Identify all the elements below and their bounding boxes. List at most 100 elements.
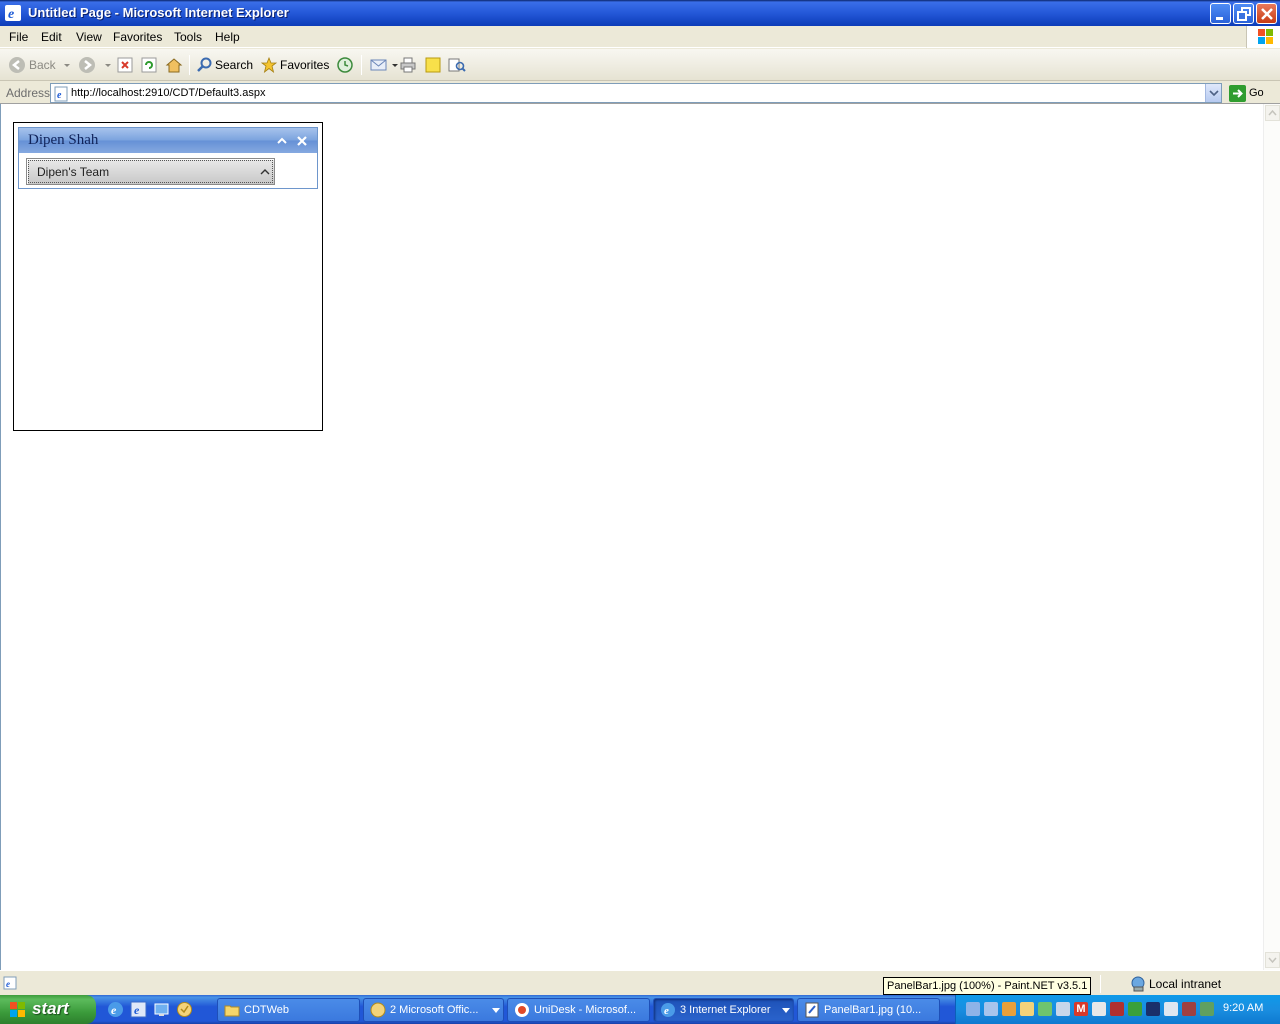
panelbar: Dipen Shah Dipen's Team [18, 127, 318, 189]
taskbar-item-internet-explorer[interactable]: e 3 Internet Explorer [653, 998, 794, 1022]
panelbar-container: Dipen Shah Dipen's Team [13, 122, 323, 431]
svg-text:e: e [134, 1003, 140, 1017]
tray-app-icon[interactable] [1200, 1002, 1214, 1016]
scroll-up-button[interactable] [1265, 105, 1280, 121]
chevron-down-icon [1268, 957, 1277, 964]
menu-favorites[interactable]: Favorites [113, 30, 162, 44]
menu-view[interactable]: View [76, 30, 102, 44]
address-bar: Address e http://localhost:2910/CDT/Defa… [0, 82, 1280, 104]
signal-strength-icon[interactable] [1128, 1002, 1142, 1016]
panel-item-dipens-team[interactable]: Dipen's Team [26, 158, 275, 185]
address-input[interactable]: e http://localhost:2910/CDT/Default3.asp… [50, 83, 1222, 103]
menu-file[interactable]: File [9, 30, 28, 44]
toolbar-separator [189, 55, 190, 75]
search-icon [197, 57, 212, 72]
minimize-button[interactable] [1210, 3, 1231, 24]
home-button[interactable] [165, 54, 186, 76]
windows-logo-icon [1246, 26, 1280, 48]
note-icon [425, 57, 441, 73]
taskbar-item-unidesk[interactable]: UniDesk - Microsof... [507, 998, 650, 1022]
chevron-down-icon [392, 64, 398, 67]
taskbar-item-microsoft-office[interactable]: 2 Microsoft Offic... [363, 998, 504, 1022]
address-dropdown-button[interactable] [1205, 84, 1221, 102]
chevron-down-icon [782, 1008, 790, 1013]
quicklaunch-desktop-icon[interactable] [153, 1001, 170, 1018]
collapse-chevron-icon[interactable] [275, 134, 289, 148]
go-button[interactable]: Go [1229, 84, 1264, 102]
forward-button[interactable] [78, 54, 116, 76]
taskbar-tooltip: PanelBar1.jpg (100%) - Paint.NET v3.5.1 [883, 977, 1092, 995]
panel-title: Dipen Shah [28, 132, 99, 148]
network-icon[interactable] [984, 1002, 998, 1016]
vertical-scrollbar[interactable] [1263, 104, 1280, 970]
display-icon[interactable] [1164, 1002, 1178, 1016]
svg-text:e: e [111, 1003, 117, 1017]
network-icon[interactable] [966, 1002, 980, 1016]
taskbar-item-label: 2 Microsoft Offic... [390, 1004, 479, 1016]
close-icon[interactable] [295, 134, 309, 148]
svg-text:e: e [57, 90, 62, 101]
quicklaunch-ie-icon[interactable]: e [130, 1001, 147, 1018]
mail-icon [370, 59, 387, 71]
close-icon [1261, 8, 1273, 20]
quicklaunch-ie-icon[interactable]: e [107, 1001, 124, 1018]
svg-text:e: e [664, 1005, 669, 1017]
tray-app-icon[interactable] [1038, 1002, 1052, 1016]
chevron-down-icon [63, 64, 70, 67]
back-button[interactable]: Back [8, 54, 75, 76]
tray-app-icon[interactable] [1002, 1002, 1016, 1016]
scroll-down-button[interactable] [1265, 952, 1280, 968]
stop-icon [117, 57, 133, 73]
back-label: Back [29, 58, 56, 72]
quicklaunch-outlook-icon[interactable] [176, 1001, 193, 1018]
favorites-button[interactable]: Favorites [261, 54, 329, 76]
search-button[interactable]: Search [196, 54, 253, 76]
menu-help[interactable]: Help [215, 30, 240, 44]
restore-button[interactable] [1233, 3, 1254, 24]
stop-button[interactable] [117, 54, 136, 76]
back-arrow-icon [9, 57, 25, 73]
taskbar: start e e CDTWeb 2 Microsoft Offic... Un… [0, 995, 1280, 1024]
intranet-globe-icon [1131, 976, 1145, 992]
refresh-button[interactable] [141, 54, 160, 76]
print-button[interactable] [400, 54, 419, 76]
chevron-down-icon [492, 1008, 500, 1013]
taskbar-item-label: PanelBar1.jpg (10... [824, 1004, 922, 1016]
go-label: Go [1249, 87, 1264, 99]
menu-tools[interactable]: Tools [174, 30, 202, 44]
edit-button[interactable] [425, 54, 444, 76]
address-label: Address [6, 86, 51, 100]
paint-net-icon [805, 1002, 819, 1018]
history-icon [337, 57, 353, 73]
panel-header[interactable]: Dipen Shah [19, 128, 317, 153]
mail-button[interactable] [370, 54, 402, 76]
research-icon [448, 58, 466, 72]
disconnected-network-icon[interactable] [1110, 1002, 1124, 1016]
close-button[interactable] [1256, 3, 1277, 24]
sigma-icon[interactable] [1146, 1002, 1160, 1016]
volume-icon[interactable] [1092, 1002, 1106, 1016]
antivirus-icon[interactable]: M [1074, 1002, 1088, 1016]
history-button[interactable] [336, 54, 357, 76]
taskbar-item-cdtweb[interactable]: CDTWeb [217, 998, 360, 1022]
go-arrow-icon [1229, 84, 1246, 102]
start-label: start [32, 999, 69, 1018]
status-separator [1100, 975, 1101, 993]
minimize-icon [1216, 17, 1223, 20]
taskbar-item-label: UniDesk - Microsof... [534, 1004, 637, 1016]
folder-icon [224, 1005, 240, 1017]
tray-app-icon[interactable] [1182, 1002, 1196, 1016]
forward-arrow-icon [79, 57, 95, 73]
chevron-up-icon [260, 169, 270, 175]
outlook-icon [370, 1002, 386, 1018]
outlook-tray-icon[interactable] [1020, 1002, 1034, 1016]
taskbar-item-paint-net[interactable]: PanelBar1.jpg (10... [797, 998, 940, 1022]
start-button[interactable]: start [0, 995, 96, 1024]
page-status-icon: e [3, 976, 17, 990]
messenger-button[interactable] [448, 54, 469, 76]
taskbar-item-label: CDTWeb [244, 1004, 290, 1016]
menu-edit[interactable]: Edit [41, 30, 62, 44]
tray-app-icon[interactable] [1056, 1002, 1070, 1016]
chevron-down-icon [1209, 90, 1219, 97]
chevron-down-icon [105, 64, 111, 67]
